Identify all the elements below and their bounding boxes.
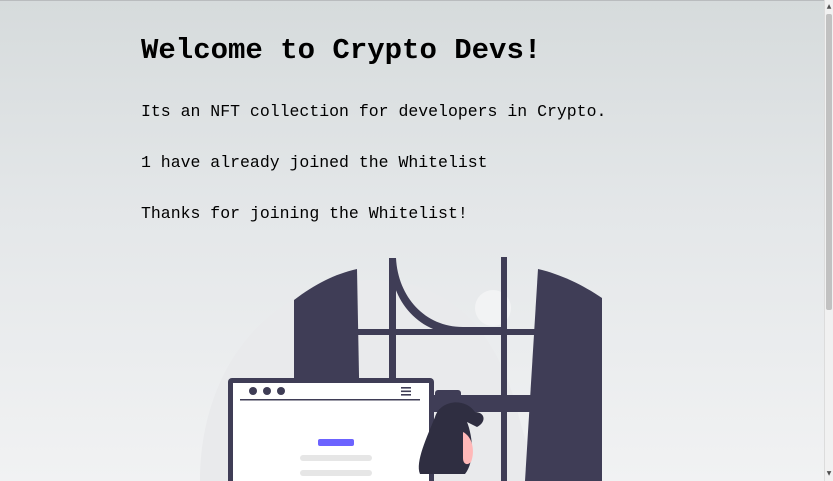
- browser-window-screen: [233, 383, 429, 481]
- browser-divider: [240, 399, 420, 401]
- person-hand-shape: [435, 390, 461, 400]
- triangle-down-icon[interactable]: ▼: [825, 469, 833, 479]
- window-pole-right: [501, 257, 507, 481]
- whitelist-status-text: Thanks for joining the Whitelist!: [141, 204, 468, 223]
- joined-count-text: 1 have already joined the Whitelist: [141, 153, 488, 172]
- window-bar-top: [355, 329, 535, 335]
- browser-accent-button: [318, 439, 354, 446]
- vertical-scrollbar[interactable]: ▲ ▼: [824, 0, 833, 481]
- browser-dot-2: [263, 387, 271, 395]
- window-top-border: [0, 0, 825, 1]
- browser-dot-3: [277, 387, 285, 395]
- scrollbar-thumb[interactable]: [826, 14, 832, 310]
- page-title: Welcome to Crypto Devs!: [141, 34, 542, 67]
- browser-text-line-1: [300, 455, 372, 461]
- browser-dot-1: [249, 387, 257, 395]
- triangle-up-icon[interactable]: ▲: [825, 2, 833, 12]
- hamburger-menu-icon: [401, 387, 411, 396]
- description-text: Its an NFT collection for developers in …: [141, 102, 607, 121]
- page: Welcome to Crypto Devs! Its an NFT colle…: [0, 0, 825, 481]
- right-curtain-shape: [525, 269, 602, 481]
- crypto-devs-illustration: [200, 257, 602, 481]
- browser-text-line-2: [300, 470, 372, 476]
